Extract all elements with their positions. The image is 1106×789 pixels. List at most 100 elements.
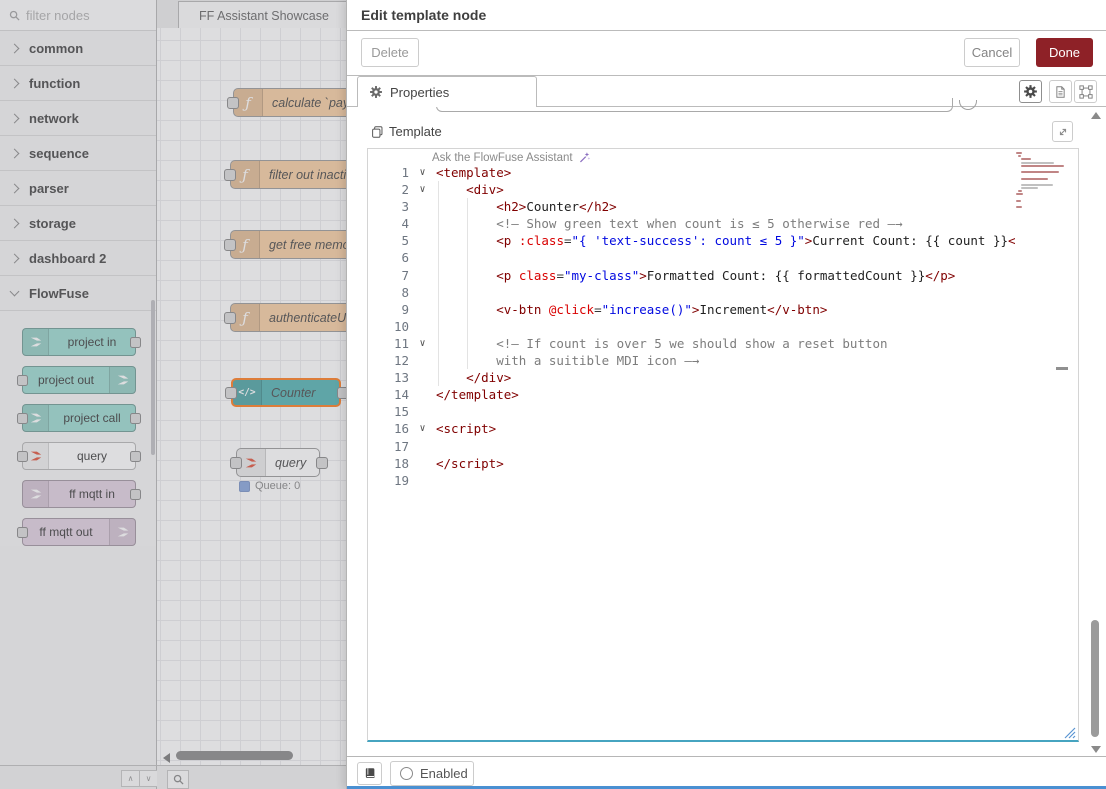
input-port[interactable]	[224, 312, 236, 324]
fold-arrow-icon[interactable]: ∨	[409, 164, 436, 181]
code-line[interactable]: 16∨<script>	[368, 420, 1078, 437]
fold-gutter	[409, 369, 436, 386]
fold-gutter	[409, 455, 436, 472]
code-text: <script>	[436, 420, 496, 437]
sidebar-category-network[interactable]: network	[0, 101, 156, 136]
fold-gutter	[409, 318, 436, 335]
editor-minimap[interactable]	[1016, 152, 1062, 213]
code-line[interactable]: 15	[368, 403, 1078, 420]
docs-button[interactable]	[357, 762, 382, 785]
code-line[interactable]: 7 <p class="my-class">Formatted Count: {…	[368, 267, 1078, 284]
code-line[interactable]: 2∨ <div>	[368, 181, 1078, 198]
input-port[interactable]	[224, 169, 236, 181]
output-port[interactable]	[130, 337, 141, 348]
code-line[interactable]: 19	[368, 472, 1078, 489]
category-label: network	[29, 111, 79, 126]
input-port[interactable]	[17, 375, 28, 386]
fold-arrow-icon[interactable]: ∨	[409, 181, 436, 198]
sidebar-category-common[interactable]: common	[0, 31, 156, 66]
palette-node-query[interactable]: query	[22, 442, 136, 470]
code-line[interactable]: 4 <!— Show green text when count is ≤ 5 …	[368, 215, 1078, 232]
input-port[interactable]	[17, 527, 28, 538]
code-line[interactable]: 6	[368, 249, 1078, 266]
code-line[interactable]: 10	[368, 318, 1078, 335]
tab-properties[interactable]: Properties	[357, 76, 537, 107]
zoom-search-button[interactable]	[167, 770, 189, 789]
code-token: <template>	[436, 165, 511, 180]
resize-grip-icon[interactable]	[1062, 725, 1076, 739]
fold-gutter	[409, 438, 436, 455]
delete-button[interactable]: Delete	[361, 38, 419, 67]
code-token: Increment	[699, 302, 767, 317]
properties-view-button[interactable]	[1019, 80, 1042, 103]
code-line[interactable]: 14</template>	[368, 386, 1078, 403]
expand-all-button[interactable]: ∨	[139, 770, 158, 787]
palette-node-ff-mqtt-out[interactable]: ff mqtt out	[22, 518, 136, 546]
editor-scrollbar-thumb[interactable]	[1056, 367, 1068, 370]
input-port[interactable]	[230, 457, 242, 469]
output-port[interactable]	[130, 489, 141, 500]
code-text: <template>	[436, 164, 511, 181]
canvas-node-filter-out-inacti[interactable]: ƒfilter out inacti	[230, 160, 346, 189]
input-port[interactable]	[224, 239, 236, 251]
canvas-node-get-free-memo[interactable]: ƒget free memo	[230, 230, 346, 259]
palette-search-input[interactable]: filter nodes	[0, 0, 156, 31]
code-line[interactable]: 12 with a suitible MDI icon —→	[368, 352, 1078, 369]
palette-node-ff-mqtt-in[interactable]: ff mqtt in	[22, 480, 136, 508]
code-line[interactable]: 9 <v-btn @click="increase()">Increment</…	[368, 301, 1078, 318]
output-port[interactable]	[316, 457, 328, 469]
description-view-button[interactable]	[1049, 80, 1072, 103]
sidebar-category-parser[interactable]: parser	[0, 171, 156, 206]
input-port[interactable]	[225, 387, 237, 399]
code-line[interactable]: 11∨ <!— If count is over 5 we should sho…	[368, 335, 1078, 352]
canvas-grid[interactable]: ƒcalculate `pay ƒfilter out inacti ƒget fr…	[157, 28, 346, 765]
sidebar-category-FlowFuse[interactable]: FlowFuse	[0, 276, 156, 311]
code-line[interactable]: 8	[368, 284, 1078, 301]
input-port[interactable]	[17, 413, 28, 424]
hscroll-left-arrow[interactable]	[163, 753, 170, 763]
palette-node-project-in[interactable]: project in	[22, 328, 136, 356]
palette-node-project-out[interactable]: project out	[22, 366, 136, 394]
code-token	[436, 216, 496, 231]
palette-scrollbar[interactable]	[151, 300, 155, 455]
palette-node-project-call[interactable]: project call	[22, 404, 136, 432]
code-line[interactable]: 17	[368, 438, 1078, 455]
output-port[interactable]	[130, 413, 141, 424]
code-lines[interactable]: 1∨<template>2∨ <div>3 <h2>Counter</h2>4 …	[368, 164, 1078, 489]
cancel-button[interactable]: Cancel	[964, 38, 1020, 67]
canvas-node-query[interactable]: query	[236, 448, 320, 477]
tray-scrollbar-thumb[interactable]	[1091, 620, 1099, 737]
code-line[interactable]: 1∨<template>	[368, 164, 1078, 181]
sidebar-category-sequence[interactable]: sequence	[0, 136, 156, 171]
canvas-node-calculate-pay[interactable]: ƒcalculate `pay	[233, 88, 346, 117]
canvas-node-counter[interactable]: </>Counter	[231, 378, 341, 407]
hscroll-thumb[interactable]	[176, 751, 293, 760]
input-port[interactable]	[17, 451, 28, 462]
code-line[interactable]: 13 </div>	[368, 369, 1078, 386]
sidebar-category-storage[interactable]: storage	[0, 206, 156, 241]
collapse-all-button[interactable]: ∧	[121, 770, 140, 787]
appearance-view-button[interactable]	[1074, 80, 1097, 103]
code-line[interactable]: 3 <h2>Counter</h2>	[368, 198, 1078, 215]
fold-arrow-icon[interactable]: ∨	[409, 420, 436, 437]
flow-tab[interactable]: FF Assistant Showcase	[178, 1, 346, 29]
chevron-right-icon	[10, 218, 20, 228]
input-port[interactable]	[227, 97, 239, 109]
sidebar-category-dashboard-2[interactable]: dashboard 2	[0, 241, 156, 276]
scroll-down-arrow[interactable]	[1091, 746, 1101, 753]
node-enabled-toggle[interactable]: Enabled	[390, 761, 474, 786]
template-code-editor[interactable]: Ask the FlowFuse Assistant 1∨<template>2…	[367, 148, 1079, 742]
flow-canvas[interactable]: FF Assistant Showcase ƒcalculate `pay ƒfi…	[157, 0, 346, 765]
fold-arrow-icon[interactable]: ∨	[409, 335, 436, 352]
assistant-hint: Ask the FlowFuse Assistant	[432, 151, 591, 164]
scroll-up-arrow[interactable]	[1091, 112, 1101, 119]
canvas-node-authenticateu[interactable]: ƒauthenticateU	[230, 303, 346, 332]
done-button[interactable]: Done	[1036, 38, 1093, 67]
sidebar-category-function[interactable]: function	[0, 66, 156, 101]
code-line[interactable]: 18</script>	[368, 455, 1078, 472]
output-port[interactable]	[337, 387, 346, 399]
code-line[interactable]: 5 <p :class="{ 'text-success': count ≤ 5…	[368, 232, 1078, 249]
expand-editor-button[interactable]	[1052, 121, 1073, 142]
output-port[interactable]	[130, 451, 141, 462]
minimap-line	[1021, 178, 1048, 180]
